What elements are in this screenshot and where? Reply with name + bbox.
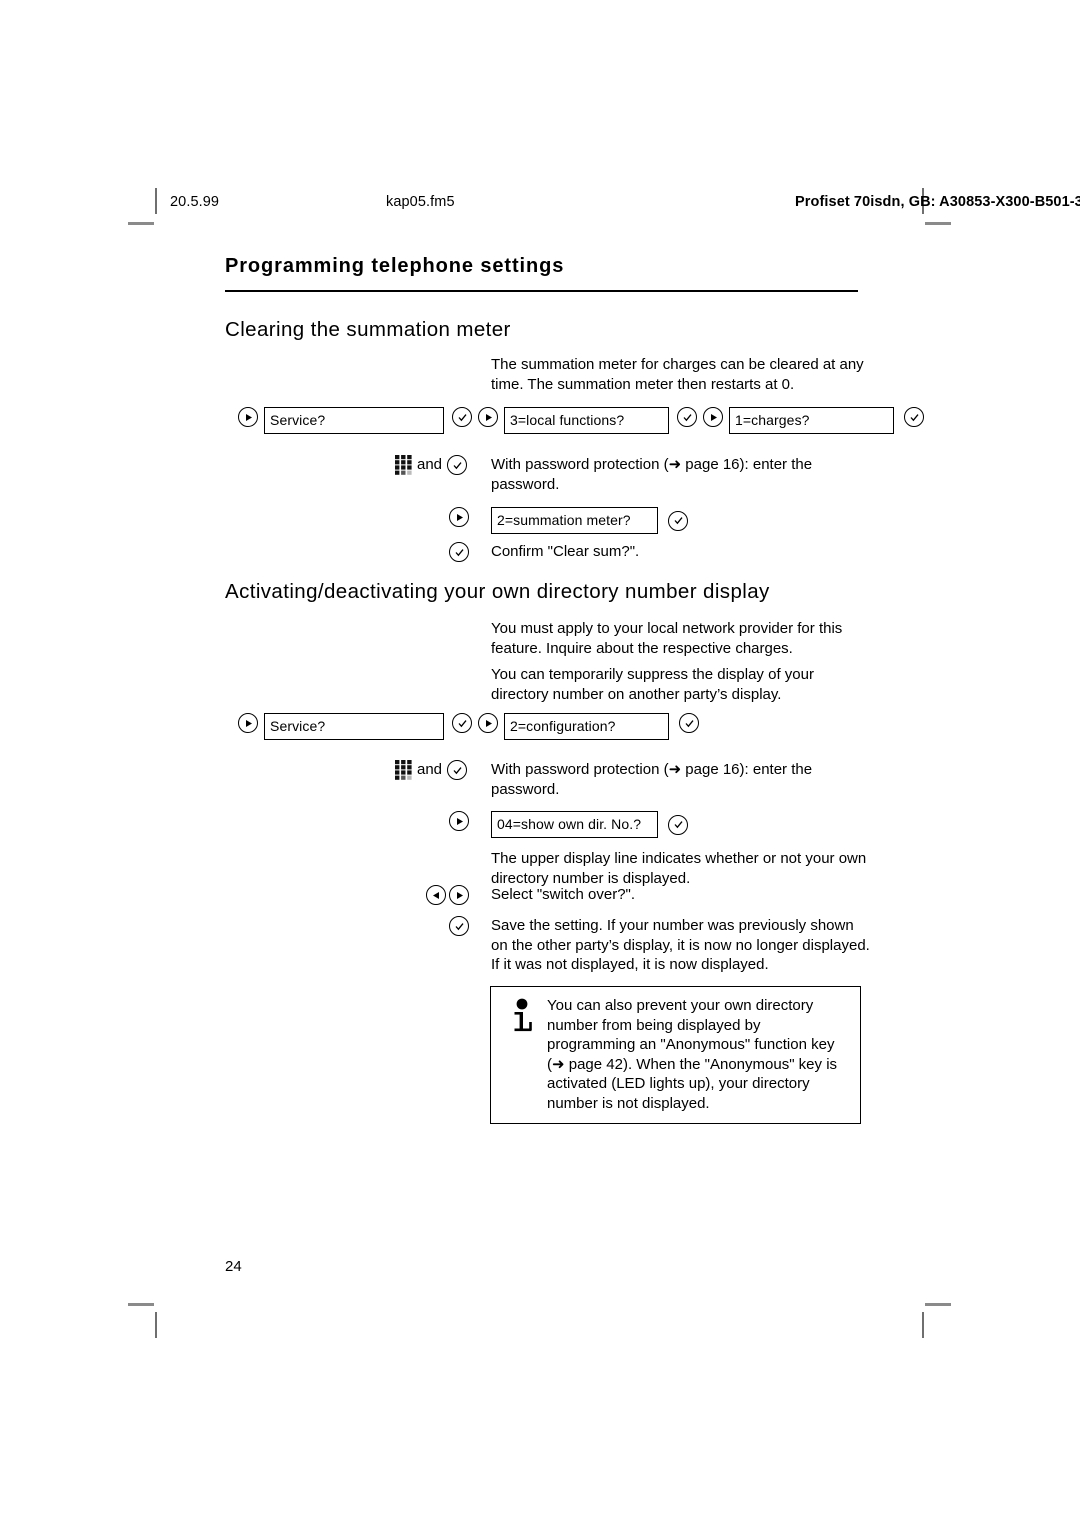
left-arrow-key-icon[interactable] — [426, 885, 446, 905]
right-arrow-key-icon[interactable] — [478, 407, 498, 427]
display-box-configuration: 2=configuration? — [504, 713, 669, 740]
right-arrow-key-icon[interactable] — [238, 713, 258, 733]
password-icon-group: and — [395, 455, 491, 475]
step-row-save-setting: Save the setting. If your number was pre… — [395, 916, 871, 975]
right-arrow-key-icon[interactable] — [703, 407, 723, 427]
display-box-show-own-dir-no: 04=show own dir. No.? — [491, 811, 658, 838]
confirm-key-icon[interactable] — [668, 814, 688, 835]
section-heading-clearing-summation-meter: Clearing the summation meter — [225, 318, 511, 341]
step-row-service-local-functions-charges: Service? 3=local functions? 1=charges? — [238, 407, 924, 434]
confirm-key-icon[interactable] — [677, 407, 697, 427]
display-box-service: Service? — [264, 407, 444, 434]
page-content: Programming telephone settings Clearing … — [0, 0, 1080, 1528]
confirm-key-icon[interactable] — [679, 713, 699, 733]
confirm-icon-group — [395, 542, 491, 562]
section-2-intro-paragraph-2: You can temporarily suppress the display… — [491, 666, 814, 703]
display-box-summation-meter: 2=summation meter? — [491, 507, 658, 534]
info-note-text: You can also prevent your own directory … — [547, 997, 838, 1112]
right-arrow-key-icon[interactable] — [478, 713, 498, 733]
select-icon-group — [395, 885, 491, 905]
step-row-summation-meter: 2=summation meter? — [395, 507, 688, 534]
chapter-title: Programming telephone settings — [225, 255, 565, 277]
display-box-charges: 1=charges? — [729, 407, 894, 434]
chapter-title-rule — [225, 290, 858, 292]
section-1-intro-paragraph: The summation meter for charges can be c… — [491, 356, 864, 393]
step-row-service-configuration: Service? 2=configuration? — [238, 713, 699, 740]
display-box-service: Service? — [264, 713, 444, 740]
section-heading-directory-number-display: Activating/deactivating your own directo… — [225, 580, 770, 603]
section-2-intro-paragraph-1: You must apply to your local network pro… — [491, 620, 843, 657]
step-row-select-switch-over: Select "switch over?". — [395, 885, 871, 905]
keypad-icon[interactable] — [395, 455, 412, 475]
info-icon-wrapper — [501, 996, 547, 1113]
confirm-key-icon[interactable] — [447, 455, 468, 475]
confirm-key-icon[interactable] — [449, 916, 469, 936]
confirm-key-icon[interactable] — [447, 760, 468, 780]
right-arrow-key-icon[interactable] — [449, 507, 469, 527]
display-box-local-functions: 3=local functions? — [504, 407, 669, 434]
summation-icon-group — [395, 507, 491, 527]
password-and-label: and — [417, 456, 443, 473]
password-icon-group: and — [395, 760, 491, 780]
keypad-icon[interactable] — [395, 760, 412, 780]
select-switch-over-text: Select "switch over?". — [491, 886, 636, 903]
password-instruction-text-2: With password protection (➜ page 16): en… — [491, 761, 813, 798]
password-and-label: and — [417, 761, 443, 778]
step-row-show-own-directory-number: 04=show own dir. No.? — [395, 811, 688, 838]
step-row-password-protection-1: and With password protection (➜ page 16)… — [395, 455, 871, 494]
right-arrow-key-icon[interactable] — [238, 407, 258, 427]
confirm-key-icon[interactable] — [452, 407, 472, 427]
show-own-explanation-text: The upper display line indicates whether… — [491, 850, 867, 887]
save-setting-text: Save the setting. If your number was pre… — [491, 917, 870, 973]
info-note-box: You can also prevent your own directory … — [490, 986, 861, 1124]
confirm-key-icon[interactable] — [452, 713, 472, 733]
save-icon-group — [395, 916, 491, 936]
confirm-key-icon[interactable] — [668, 510, 688, 531]
password-instruction-text-1: With password protection (➜ page 16): en… — [491, 456, 813, 493]
right-arrow-key-icon[interactable] — [449, 811, 469, 831]
confirm-clear-sum-text: Confirm "Clear sum?". — [491, 543, 640, 560]
right-arrow-key-icon[interactable] — [449, 885, 469, 905]
page-number: 24 — [225, 1258, 242, 1275]
step-row-password-protection-2: and With password protection (➜ page 16)… — [395, 760, 871, 799]
info-icon — [514, 998, 532, 1032]
confirm-key-icon[interactable] — [904, 407, 924, 427]
step-row-confirm-clear-sum: Confirm "Clear sum?". — [395, 542, 871, 562]
confirm-key-icon[interactable] — [449, 542, 469, 562]
show-own-icon-group — [395, 811, 491, 831]
